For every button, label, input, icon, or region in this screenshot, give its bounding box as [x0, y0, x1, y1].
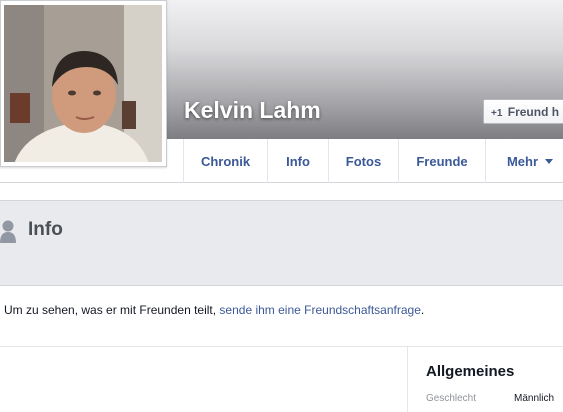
divider	[0, 346, 563, 347]
profile-picture[interactable]	[0, 0, 167, 167]
notice-suffix: .	[420, 303, 425, 317]
general-info-title: Allgemeines	[426, 363, 515, 380]
tab-label: Info	[286, 153, 310, 169]
tab-label: Chronik	[200, 153, 251, 169]
tab-mehr[interactable]: Mehr	[485, 139, 563, 183]
add-friend-button[interactable]: +1 Freund h	[483, 99, 563, 124]
add-friend-icon: +1	[491, 108, 503, 119]
profile-tabs: Chronik Info Fotos Freunde Mehr	[183, 139, 563, 183]
column-divider	[407, 346, 408, 412]
privacy-notice: Um zu sehen, was er mit Freunden teilt, …	[4, 303, 424, 317]
notice-text: Um zu sehen, was er mit Freunden teilt,	[4, 303, 220, 317]
tab-label: Freunde	[416, 153, 468, 169]
profile-name[interactable]: Kelvin Lahm	[184, 97, 321, 124]
tab-label: Mehr	[506, 153, 539, 169]
section-header-band	[0, 200, 563, 286]
friend-request-link[interactable]: sende ihm eine Freundschaftsanfrage	[219, 303, 420, 317]
profile-photo	[4, 5, 162, 162]
tab-chronik[interactable]: Chronik	[183, 139, 267, 183]
section-title: Info	[28, 219, 63, 240]
add-friend-label: Freund h	[507, 105, 560, 119]
gender-value: Männlich	[514, 393, 555, 404]
chevron-down-icon	[545, 158, 554, 164]
person-icon	[0, 220, 16, 243]
tab-fotos[interactable]: Fotos	[328, 139, 398, 183]
tab-label: Fotos	[345, 153, 382, 169]
profile-photo-illustration	[4, 5, 162, 162]
tab-info[interactable]: Info	[267, 139, 328, 183]
gender-label: Geschlecht	[426, 393, 477, 404]
tab-freunde[interactable]: Freunde	[398, 139, 485, 183]
